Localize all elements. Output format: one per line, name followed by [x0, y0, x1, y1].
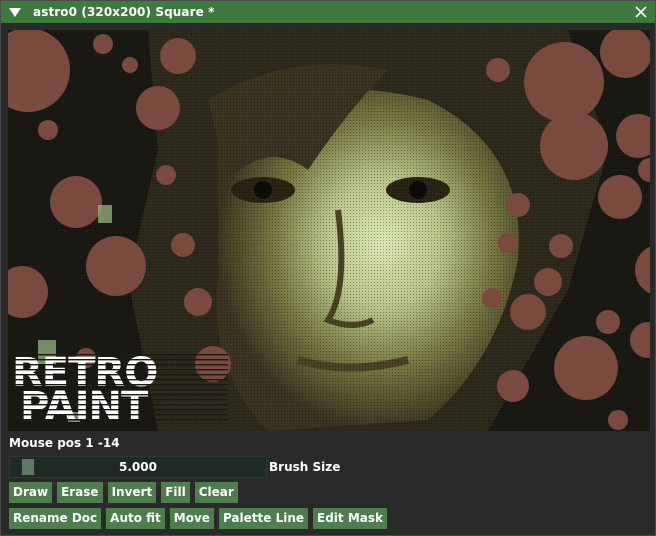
scanline — [8, 369, 228, 371]
triangle-down-icon[interactable] — [9, 7, 21, 17]
bubble — [156, 165, 176, 185]
scanline — [8, 394, 228, 396]
bubble — [122, 57, 138, 73]
tool-buttons-row-1: Draw Erase Invert Fill Clear — [9, 482, 238, 503]
bubble — [482, 288, 502, 308]
bubble — [486, 58, 510, 82]
scanline — [8, 389, 228, 391]
brush-size-value: 5.000 — [119, 460, 157, 474]
bubble — [554, 336, 618, 400]
scanline — [8, 364, 228, 366]
bubble — [540, 112, 608, 180]
bubble — [534, 268, 562, 296]
move-button[interactable]: Move — [169, 508, 214, 529]
bubble — [497, 370, 529, 402]
scanline — [8, 409, 228, 411]
bubble — [136, 86, 180, 130]
title-bar[interactable]: astro0 (320x200) Square * — [1, 1, 655, 23]
mouse-position-readout: Mouse pos 1 -14 — [9, 436, 120, 450]
paint-canvas[interactable]: RETRO PAINT — [8, 30, 650, 431]
bubble — [50, 176, 102, 228]
fill-button[interactable]: Fill — [161, 482, 190, 503]
bubble — [160, 38, 196, 74]
auto-fit-button[interactable]: Auto fit — [106, 508, 165, 529]
bubble — [86, 236, 146, 296]
bubble — [498, 233, 518, 253]
editor-window: astro0 (320x200) Square * RETRO PAINT Mo… — [0, 0, 656, 536]
rename-doc-button[interactable]: Rename Doc — [9, 508, 102, 529]
bubble — [524, 42, 604, 122]
brush-size-label: Brush Size — [269, 460, 341, 474]
tool-buttons-row-2: Rename Doc Auto fit Move Palette Line Ed… — [9, 508, 387, 529]
scanline — [8, 414, 228, 416]
scanline — [8, 384, 228, 386]
bubble — [93, 34, 113, 54]
bubble — [506, 193, 530, 217]
draw-button[interactable]: Draw — [9, 482, 53, 503]
scanline — [8, 419, 228, 421]
scanline — [8, 399, 228, 401]
bubble — [510, 294, 546, 330]
bubble — [171, 233, 195, 257]
scanline — [8, 354, 228, 356]
window-title: astro0 (320x200) Square * — [33, 5, 215, 19]
bubble — [549, 234, 573, 258]
brush-size-slider[interactable]: 5.000 — [9, 456, 267, 478]
erase-button[interactable]: Erase — [57, 482, 103, 503]
bubble — [596, 310, 620, 334]
palette-line-button[interactable]: Palette Line — [218, 508, 309, 529]
bubble — [184, 288, 212, 316]
scanline — [8, 404, 228, 406]
scanline — [8, 374, 228, 376]
scanline — [8, 379, 228, 381]
edit-mask-button[interactable]: Edit Mask — [313, 508, 387, 529]
fleck — [98, 205, 112, 223]
invert-button[interactable]: Invert — [107, 482, 157, 503]
scanline — [8, 359, 228, 361]
close-x-icon[interactable] — [633, 4, 649, 20]
bubble — [598, 175, 642, 219]
bubble — [38, 120, 58, 140]
clear-button[interactable]: Clear — [194, 482, 238, 503]
bubble — [608, 410, 628, 430]
